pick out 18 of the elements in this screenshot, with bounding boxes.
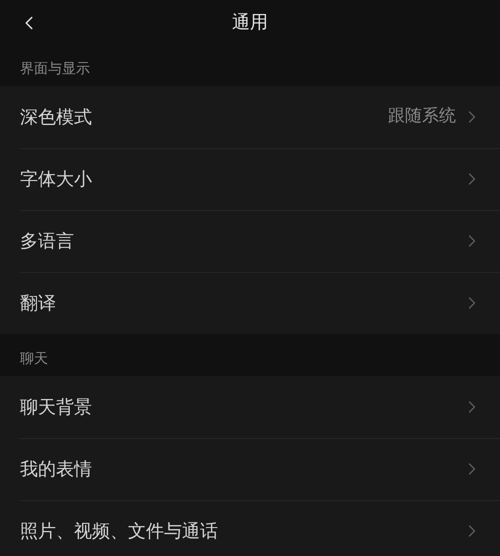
settings-row[interactable]: 聊天背景 (0, 376, 500, 438)
section-header: 界面与显示 (20, 60, 90, 79)
settings-row[interactable]: 深色模式 跟随系统 (0, 86, 500, 148)
settings-row[interactable]: 照片、视频、文件与通话 (0, 500, 500, 556)
settings-row[interactable]: 我的表情 (0, 438, 500, 500)
row-label: 照片、视频、文件与通话 (20, 520, 219, 544)
row-value: 跟随系统 (388, 105, 456, 128)
settings-row[interactable]: 翻译 (0, 272, 500, 334)
row-label: 深色模式 (20, 106, 93, 130)
row-label: 聊天背景 (20, 396, 93, 420)
row-label: 字体大小 (20, 168, 93, 192)
settings-row[interactable]: 多语言 (0, 210, 500, 272)
section-header: 聊天 (20, 350, 48, 369)
row-label: 我的表情 (20, 458, 93, 482)
settings-row[interactable]: 字体大小 (0, 148, 500, 210)
row-label: 多语言 (20, 230, 75, 254)
page-title: 通用 (232, 10, 268, 34)
row-label: 翻译 (20, 292, 57, 316)
